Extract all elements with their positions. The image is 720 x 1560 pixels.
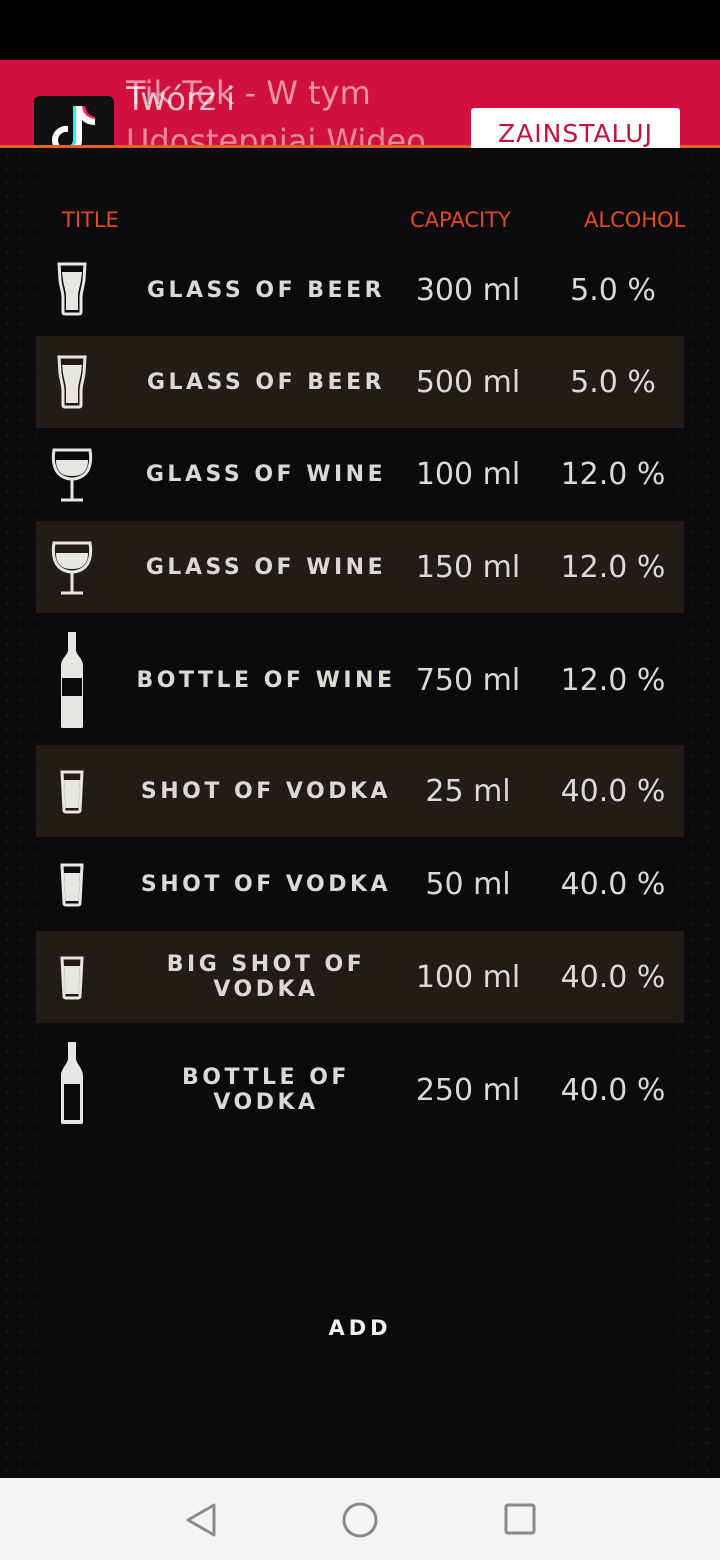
drink-name: BOTTLE OF WINE — [136, 667, 396, 693]
table-row[interactable]: BOTTLE OF VODKA 250 ml 40.0 % — [36, 1024, 684, 1156]
drink-alcohol: 12.0 % — [560, 549, 666, 585]
drink-capacity: 25 ml — [425, 773, 511, 809]
drink-capacity: 100 ml — [415, 959, 521, 995]
table-row[interactable]: GLASS OF WINE 100 ml 12.0 % — [36, 428, 684, 520]
drink-alcohol: 40.0 % — [560, 773, 666, 809]
drink-alcohol: 40.0 % — [560, 959, 666, 995]
navigation-bar — [0, 1478, 720, 1560]
back-triangle-icon[interactable] — [184, 1502, 218, 1538]
header-title: TITLE — [62, 208, 119, 232]
status-bar — [0, 0, 720, 60]
install-button[interactable]: ZAINSTALUJ — [471, 108, 680, 148]
recents-square-icon[interactable] — [503, 1502, 537, 1536]
drink-capacity: 150 ml — [415, 549, 521, 585]
drink-name: SHOT OF VODKA — [140, 778, 392, 804]
table-row[interactable]: GLASS OF BEER 500 ml 5.0 % — [36, 336, 684, 428]
drink-capacity: 300 ml — [415, 272, 521, 308]
table-row[interactable]: GLASS OF WINE 150 ml 12.0 % — [36, 521, 684, 613]
drink-alcohol: 5.0 % — [570, 364, 656, 400]
drink-name: SHOT OF VODKA — [140, 871, 392, 897]
add-button[interactable]: ADD — [300, 1308, 420, 1348]
drink-name: GLASS OF BEER — [146, 369, 386, 395]
drink-capacity: 250 ml — [415, 1072, 521, 1108]
drink-alcohol: 12.0 % — [560, 456, 666, 492]
drink-name: BIG SHOT OF VODKA — [166, 952, 366, 1002]
table-row[interactable]: SHOT OF VODKA 50 ml 40.0 % — [36, 838, 684, 930]
home-circle-icon[interactable] — [341, 1501, 379, 1539]
table-row[interactable]: SHOT OF VODKA 25 ml 40.0 % — [36, 745, 684, 837]
ad-title-line-overlay: Twórz i — [126, 80, 236, 118]
drink-alcohol: 40.0 % — [560, 1072, 666, 1108]
drink-name: GLASS OF BEER — [146, 277, 386, 303]
table-row[interactable]: GLASS OF BEER 300 ml 5.0 % — [36, 244, 684, 336]
table-header: TITLE CAPACITY ALCOHOL — [0, 208, 720, 238]
tiktok-logo-icon[interactable] — [34, 96, 114, 145]
table-row[interactable]: BOTTLE OF WINE 750 ml 12.0 % — [36, 614, 684, 746]
drink-alcohol: 12.0 % — [560, 662, 666, 698]
drink-capacity: 500 ml — [415, 364, 521, 400]
drink-name: GLASS OF WINE — [145, 554, 387, 580]
drink-alcohol: 40.0 % — [560, 866, 666, 902]
drink-capacity: 100 ml — [415, 456, 521, 492]
drink-name: BOTTLE OF VODKA — [182, 1065, 350, 1115]
header-capacity: CAPACITY — [410, 208, 511, 232]
table-row[interactable]: BIG SHOT OF VODKA 100 ml 40.0 % — [36, 931, 684, 1023]
drink-capacity: 50 ml — [425, 866, 511, 902]
header-alcohol: ALCOHOL — [584, 208, 686, 232]
ad-subtitle-line: Udostępniaj Wideo — [126, 122, 426, 148]
ad-title[interactable]: Tik Tok - W tym Twórz i Udostępniaj Wide… — [126, 72, 456, 148]
drink-capacity: 750 ml — [415, 662, 521, 698]
drinks-screen: TITLE CAPACITY ALCOHOL GLASS OF BEER 300… — [0, 148, 720, 1478]
drink-name: GLASS OF WINE — [145, 461, 387, 487]
drink-alcohol: 5.0 % — [570, 272, 656, 308]
